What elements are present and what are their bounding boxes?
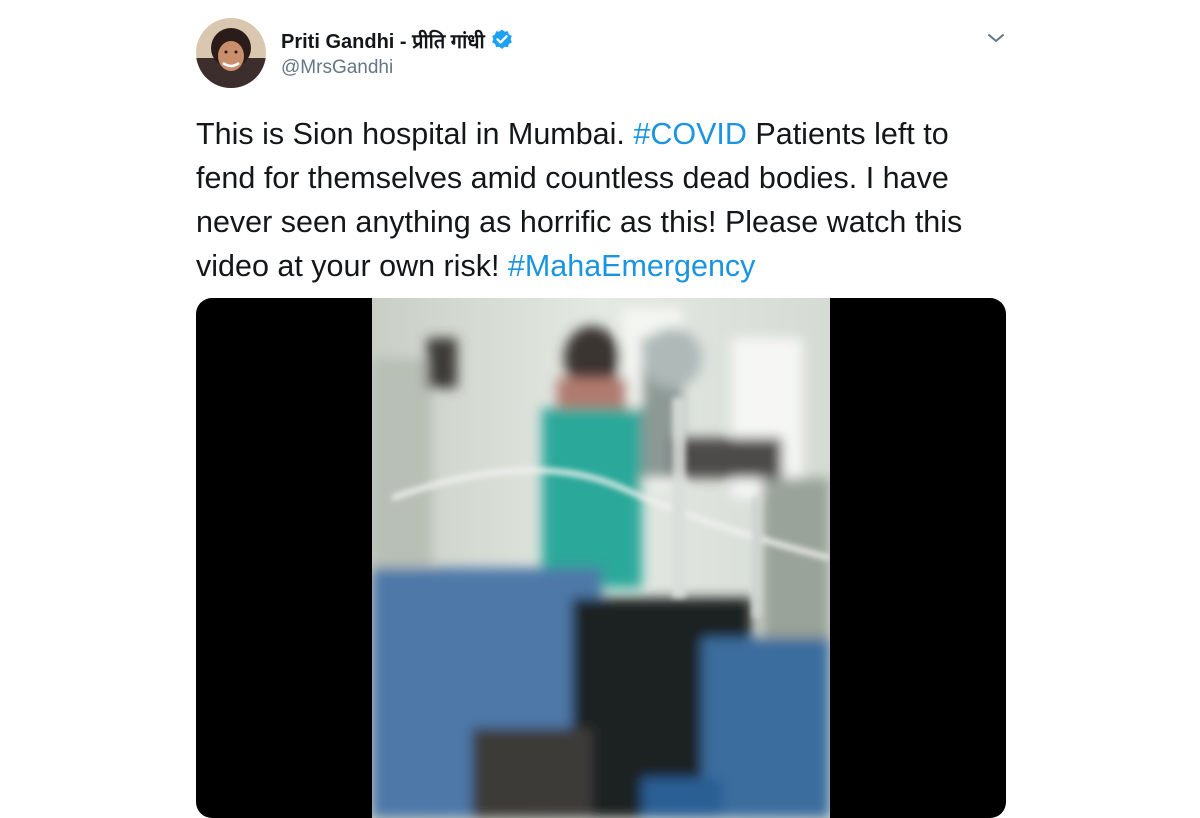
- video-frame: [372, 298, 830, 818]
- name-row: Priti Gandhi - प्रीति गांधी: [281, 26, 514, 54]
- video-player[interactable]: [196, 298, 1006, 818]
- tweet-text: This is Sion hospital in Mumbai. #COVID …: [196, 112, 1016, 288]
- handle[interactable]: @MrsGandhi: [281, 57, 514, 79]
- chevron-down-icon[interactable]: [984, 28, 1008, 48]
- avatar[interactable]: [196, 18, 266, 88]
- author-block: Priti Gandhi - प्रीति गांधी @MrsGandhi: [281, 26, 514, 79]
- verified-badge-icon: [490, 28, 514, 52]
- tweet-text-part-1: This is Sion hospital in Mumbai.: [196, 117, 634, 151]
- display-name[interactable]: Priti Gandhi - प्रीति गांधी: [281, 27, 485, 54]
- hashtag-mahaemergency[interactable]: #MahaEmergency: [508, 249, 756, 283]
- hashtag-covid[interactable]: #COVID: [633, 117, 747, 151]
